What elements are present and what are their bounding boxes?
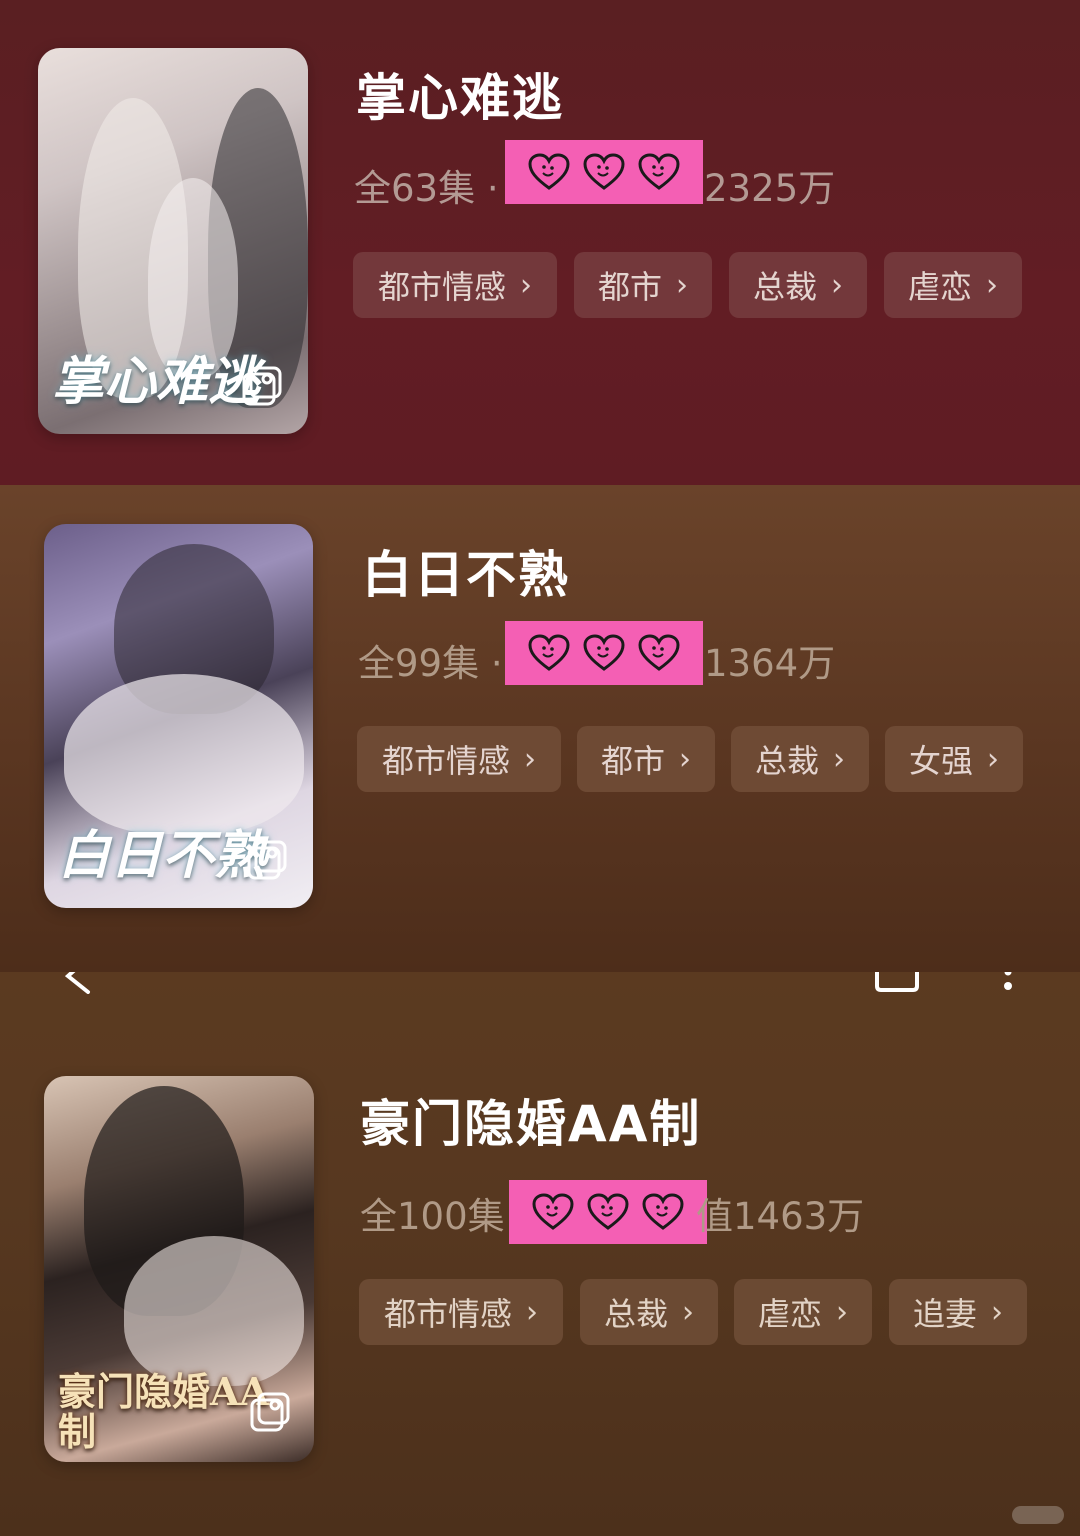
more-vertical-icon[interactable] xyxy=(998,972,1018,998)
poster-figure xyxy=(64,674,304,834)
tag-chip[interactable]: 总裁 › xyxy=(729,252,867,318)
gallery-icon xyxy=(242,366,282,406)
tag-label: 都市情感 xyxy=(383,1295,512,1333)
meta-separator: · xyxy=(486,167,499,210)
chevron-right-icon: › xyxy=(836,1294,848,1330)
drama-title[interactable]: 白日不熟 xyxy=(362,535,570,607)
tag-chip[interactable]: 都市情感 › xyxy=(357,726,561,792)
drama-card[interactable]: 白日不熟 白日不熟 全99集 · 1364万 都市情感 › 都市 › 总裁 › 女强 › xyxy=(0,485,1080,972)
tag-chip[interactable]: 总裁 › xyxy=(731,726,869,792)
tag-chip[interactable]: 总裁 › xyxy=(580,1279,718,1345)
tag-label: 都市情感 xyxy=(377,268,506,306)
heart-face-icon xyxy=(638,153,680,190)
tag-chip[interactable]: 都市情感 › xyxy=(353,252,557,318)
heart-face-icon xyxy=(638,634,680,671)
chevron-right-icon: › xyxy=(520,267,532,303)
tag-chip[interactable]: 女强 › xyxy=(885,726,1023,792)
heart-face-icon xyxy=(532,1193,574,1230)
chevron-right-icon: › xyxy=(991,1294,1003,1330)
heart-face-icon xyxy=(528,634,570,671)
watermark-badge xyxy=(1012,1506,1064,1524)
tag-label: 都市情感 xyxy=(381,742,510,780)
tag-chip[interactable]: 虐恋 › xyxy=(734,1279,872,1345)
episode-count: 全63集 xyxy=(354,167,476,210)
drama-episodes: 全100集 xyxy=(360,1186,505,1240)
tag-label: 总裁 xyxy=(752,268,817,306)
chevron-right-icon: › xyxy=(986,267,998,303)
drama-poster[interactable]: 豪门隐婚AA制 xyxy=(44,1076,314,1462)
heart-face-icon xyxy=(642,1193,684,1230)
chevron-right-icon: › xyxy=(524,741,536,777)
chevron-right-icon: › xyxy=(676,267,688,303)
drama-poster[interactable]: 白日不熟 xyxy=(44,524,313,908)
tag-chip[interactable]: 虐恋 › xyxy=(884,252,1022,318)
drama-title[interactable]: 掌心难逃 xyxy=(356,58,564,130)
tag-label: 都市 xyxy=(600,742,665,780)
poster-figure xyxy=(148,178,238,378)
heart-face-icon xyxy=(583,153,625,190)
censor-sticker xyxy=(505,621,703,685)
view-count-prefix: 值 xyxy=(696,1195,733,1238)
chevron-right-icon: › xyxy=(526,1294,538,1330)
chevron-right-icon: › xyxy=(682,1294,694,1330)
drama-episodes: 全63集 · xyxy=(354,158,499,212)
tag-label: 追妻 xyxy=(912,1295,977,1333)
poster-figure xyxy=(124,1236,304,1386)
drama-poster[interactable]: 掌心难逃 xyxy=(38,48,308,434)
tag-label: 虐恋 xyxy=(757,1295,822,1333)
chevron-right-icon: › xyxy=(679,741,691,777)
heart-face-icon xyxy=(587,1193,629,1230)
drama-card[interactable]: 掌心难逃 掌心难逃 全63集 · 2325万 都市情感 › 都市 › 总裁 › 虐恋 › xyxy=(0,0,1080,485)
view-count-value: 1463万 xyxy=(733,1195,865,1238)
tag-label: 女强 xyxy=(908,742,973,780)
tag-chip[interactable]: 都市情感 › xyxy=(359,1279,563,1345)
tag-label: 虐恋 xyxy=(907,268,972,306)
window-icon[interactable] xyxy=(874,972,920,992)
view-count: 值1463万 xyxy=(696,1186,864,1240)
gallery-icon xyxy=(247,840,287,880)
drama-card[interactable]: 豪门隐婚AA制 豪门隐婚AA制 全100集 值1463万 都市情感 › 总裁 › 虐… xyxy=(0,972,1080,1536)
view-count: 1364万 xyxy=(704,642,836,685)
censor-sticker xyxy=(509,1180,707,1244)
drama-title[interactable]: 豪门隐婚AA制 xyxy=(360,1084,701,1156)
chevron-right-icon: › xyxy=(831,267,843,303)
tag-label: 总裁 xyxy=(603,1295,668,1333)
episode-count: 全100集 xyxy=(360,1195,505,1238)
censor-sticker xyxy=(505,140,703,204)
tag-label: 总裁 xyxy=(754,742,819,780)
drama-episodes: 全99集 · xyxy=(358,633,503,687)
drama-list-page: 掌心难逃 掌心难逃 全63集 · 2325万 都市情感 › 都市 › 总裁 › 虐恋 › xyxy=(0,0,1080,1536)
gallery-icon xyxy=(250,1392,290,1432)
episode-count: 全99集 xyxy=(358,642,480,685)
chevron-right-icon: › xyxy=(987,741,999,777)
tag-chip[interactable]: 都市 › xyxy=(574,252,712,318)
tag-chip[interactable]: 都市 › xyxy=(577,726,715,792)
tag-label: 都市 xyxy=(597,268,662,306)
view-count: 2325万 xyxy=(704,167,836,210)
meta-separator: · xyxy=(490,642,503,685)
chevron-right-icon: › xyxy=(833,741,845,777)
heart-face-icon xyxy=(583,634,625,671)
heart-face-icon xyxy=(528,153,570,190)
tag-chip[interactable]: 追妻 › xyxy=(889,1279,1027,1345)
back-arrow-icon[interactable] xyxy=(58,972,98,994)
